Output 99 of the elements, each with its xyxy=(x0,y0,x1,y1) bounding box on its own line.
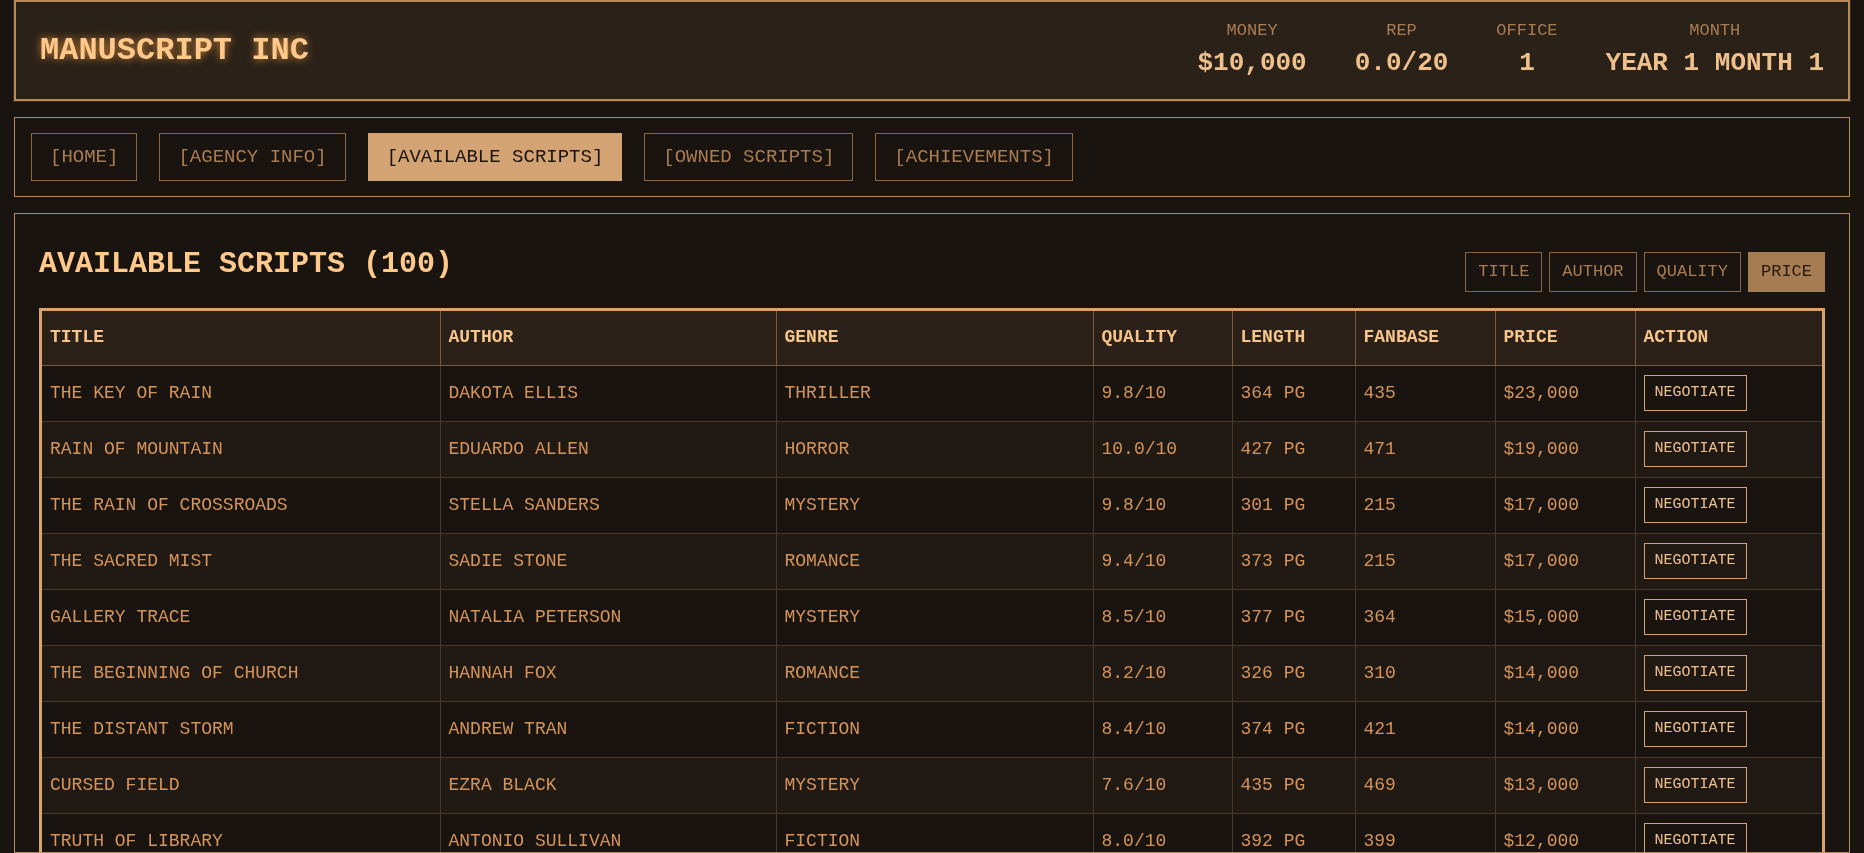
table-cell: SADIE STONE xyxy=(440,533,776,589)
table-cell: ROMANCE xyxy=(776,645,1093,701)
table-cell: THE KEY OF RAIN xyxy=(42,365,440,421)
table-cell: 10.0/10 xyxy=(1093,421,1232,477)
table-cell: THE RAIN OF CROSSROADS xyxy=(42,477,440,533)
stat-value: YEAR 1 MONTH 1 xyxy=(1605,46,1824,80)
table-cell: 8.5/10 xyxy=(1093,589,1232,645)
table-cell: TRUTH OF LIBRARY xyxy=(42,813,440,852)
table-cell: $19,000 xyxy=(1495,421,1635,477)
table-cell: $12,000 xyxy=(1495,813,1635,852)
table-cell: 7.6/10 xyxy=(1093,757,1232,813)
column-header: PRICE xyxy=(1495,311,1635,365)
table-cell: 435 PG xyxy=(1232,757,1355,813)
table-cell: ROMANCE xyxy=(776,533,1093,589)
stat-label: MONTH xyxy=(1689,20,1741,43)
table-cell: 8.4/10 xyxy=(1093,701,1232,757)
table-cell: 364 PG xyxy=(1232,365,1355,421)
table-cell: 427 PG xyxy=(1232,421,1355,477)
column-header: GENRE xyxy=(776,311,1093,365)
table-cell: STELLA SANDERS xyxy=(440,477,776,533)
table-cell: THE SACRED MIST xyxy=(42,533,440,589)
table-cell: $15,000 xyxy=(1495,589,1635,645)
table-cell: 373 PG xyxy=(1232,533,1355,589)
table-cell: THE BEGINNING OF CHURCH xyxy=(42,645,440,701)
table-cell: ANTONIO SULLIVAN xyxy=(440,813,776,852)
table-cell: 9.4/10 xyxy=(1093,533,1232,589)
column-header: FANBASE xyxy=(1355,311,1495,365)
table-cell: 435 xyxy=(1355,365,1495,421)
table-cell: 469 xyxy=(1355,757,1495,813)
table-cell: 471 xyxy=(1355,421,1495,477)
negotiate-button[interactable]: NEGOTIATE xyxy=(1643,823,1747,852)
table-cell: HORROR xyxy=(776,421,1093,477)
stat-label: MONEY xyxy=(1226,20,1278,43)
table-cell: 326 PG xyxy=(1232,645,1355,701)
table-cell: EZRA BLACK xyxy=(440,757,776,813)
table-cell: 215 xyxy=(1355,477,1495,533)
table-cell: 421 xyxy=(1355,701,1495,757)
negotiate-button[interactable]: NEGOTIATE xyxy=(1643,375,1747,411)
table-cell: MYSTERY xyxy=(776,589,1093,645)
nav-tab[interactable]: [HOME] xyxy=(31,133,138,181)
negotiate-button[interactable]: NEGOTIATE xyxy=(1643,543,1747,579)
table-cell: RAIN OF MOUNTAIN xyxy=(42,421,440,477)
sort-button[interactable]: TITLE xyxy=(1465,252,1543,292)
table-cell: 301 PG xyxy=(1232,477,1355,533)
table-cell: FICTION xyxy=(776,813,1093,852)
table-cell: 392 PG xyxy=(1232,813,1355,852)
table-cell: THRILLER xyxy=(776,365,1093,421)
table-cell: $14,000 xyxy=(1495,701,1635,757)
sort-button[interactable]: QUALITY xyxy=(1643,252,1741,292)
nav-tab[interactable]: [AGENCY INFO] xyxy=(159,133,346,181)
negotiate-button[interactable]: NEGOTIATE xyxy=(1643,711,1747,747)
column-header: ACTION xyxy=(1635,311,1822,365)
table-cell: DAKOTA ELLIS xyxy=(440,365,776,421)
table-cell: 9.8/10 xyxy=(1093,477,1232,533)
table-cell: 9.8/10 xyxy=(1093,365,1232,421)
table-cell: THE DISTANT STORM xyxy=(42,701,440,757)
sort-button[interactable]: AUTHOR xyxy=(1549,252,1637,292)
table-cell: 8.0/10 xyxy=(1093,813,1232,852)
table-cell: FICTION xyxy=(776,701,1093,757)
negotiate-button[interactable]: NEGOTIATE xyxy=(1643,767,1747,803)
stat-value: 0.0/20 xyxy=(1354,46,1449,80)
panel-title: AVAILABLE SCRIPTS (100) xyxy=(39,245,454,283)
table-cell: CURSED FIELD xyxy=(42,757,440,813)
sort-button[interactable]: PRICE xyxy=(1748,252,1825,292)
table-cell: $23,000 xyxy=(1495,365,1635,421)
table-cell: 310 xyxy=(1355,645,1495,701)
negotiate-button[interactable]: NEGOTIATE xyxy=(1643,431,1747,467)
table-cell: HANNAH FOX xyxy=(440,645,776,701)
column-header: QUALITY xyxy=(1093,311,1232,365)
table-cell: MYSTERY xyxy=(776,477,1093,533)
stat-value: $10,000 xyxy=(1197,46,1307,80)
column-header: TITLE xyxy=(42,311,440,365)
nav-tab[interactable]: [AVAILABLE SCRIPTS] xyxy=(367,133,623,181)
column-header: LENGTH xyxy=(1232,311,1355,365)
table-cell: 8.2/10 xyxy=(1093,645,1232,701)
negotiate-button[interactable]: NEGOTIATE xyxy=(1643,599,1747,635)
stat-value: 1 xyxy=(1519,46,1535,80)
nav-tab[interactable]: [OWNED SCRIPTS] xyxy=(644,133,854,181)
table-cell: EDUARDO ALLEN xyxy=(440,421,776,477)
table-cell: $14,000 xyxy=(1495,645,1635,701)
table-cell: $17,000 xyxy=(1495,477,1635,533)
table-cell: 215 xyxy=(1355,533,1495,589)
app-title: MANUSCRIPT INC xyxy=(40,30,309,71)
negotiate-button[interactable]: NEGOTIATE xyxy=(1643,487,1747,523)
table-cell: 374 PG xyxy=(1232,701,1355,757)
stat-label: REP xyxy=(1386,20,1417,43)
table-cell: NATALIA PETERSON xyxy=(440,589,776,645)
nav-tab[interactable]: [ACHIEVEMENTS] xyxy=(875,133,1073,181)
table-cell: $17,000 xyxy=(1495,533,1635,589)
table-cell: 364 xyxy=(1355,589,1495,645)
table-cell: 399 xyxy=(1355,813,1495,852)
table-cell: MYSTERY xyxy=(776,757,1093,813)
negotiate-button[interactable]: NEGOTIATE xyxy=(1643,655,1747,691)
stat-label: OFFICE xyxy=(1496,20,1558,43)
table-cell: 377 PG xyxy=(1232,589,1355,645)
table-cell: $13,000 xyxy=(1495,757,1635,813)
table-cell: ANDREW TRAN xyxy=(440,701,776,757)
column-header: AUTHOR xyxy=(440,311,776,365)
table-cell: GALLERY TRACE xyxy=(42,589,440,645)
